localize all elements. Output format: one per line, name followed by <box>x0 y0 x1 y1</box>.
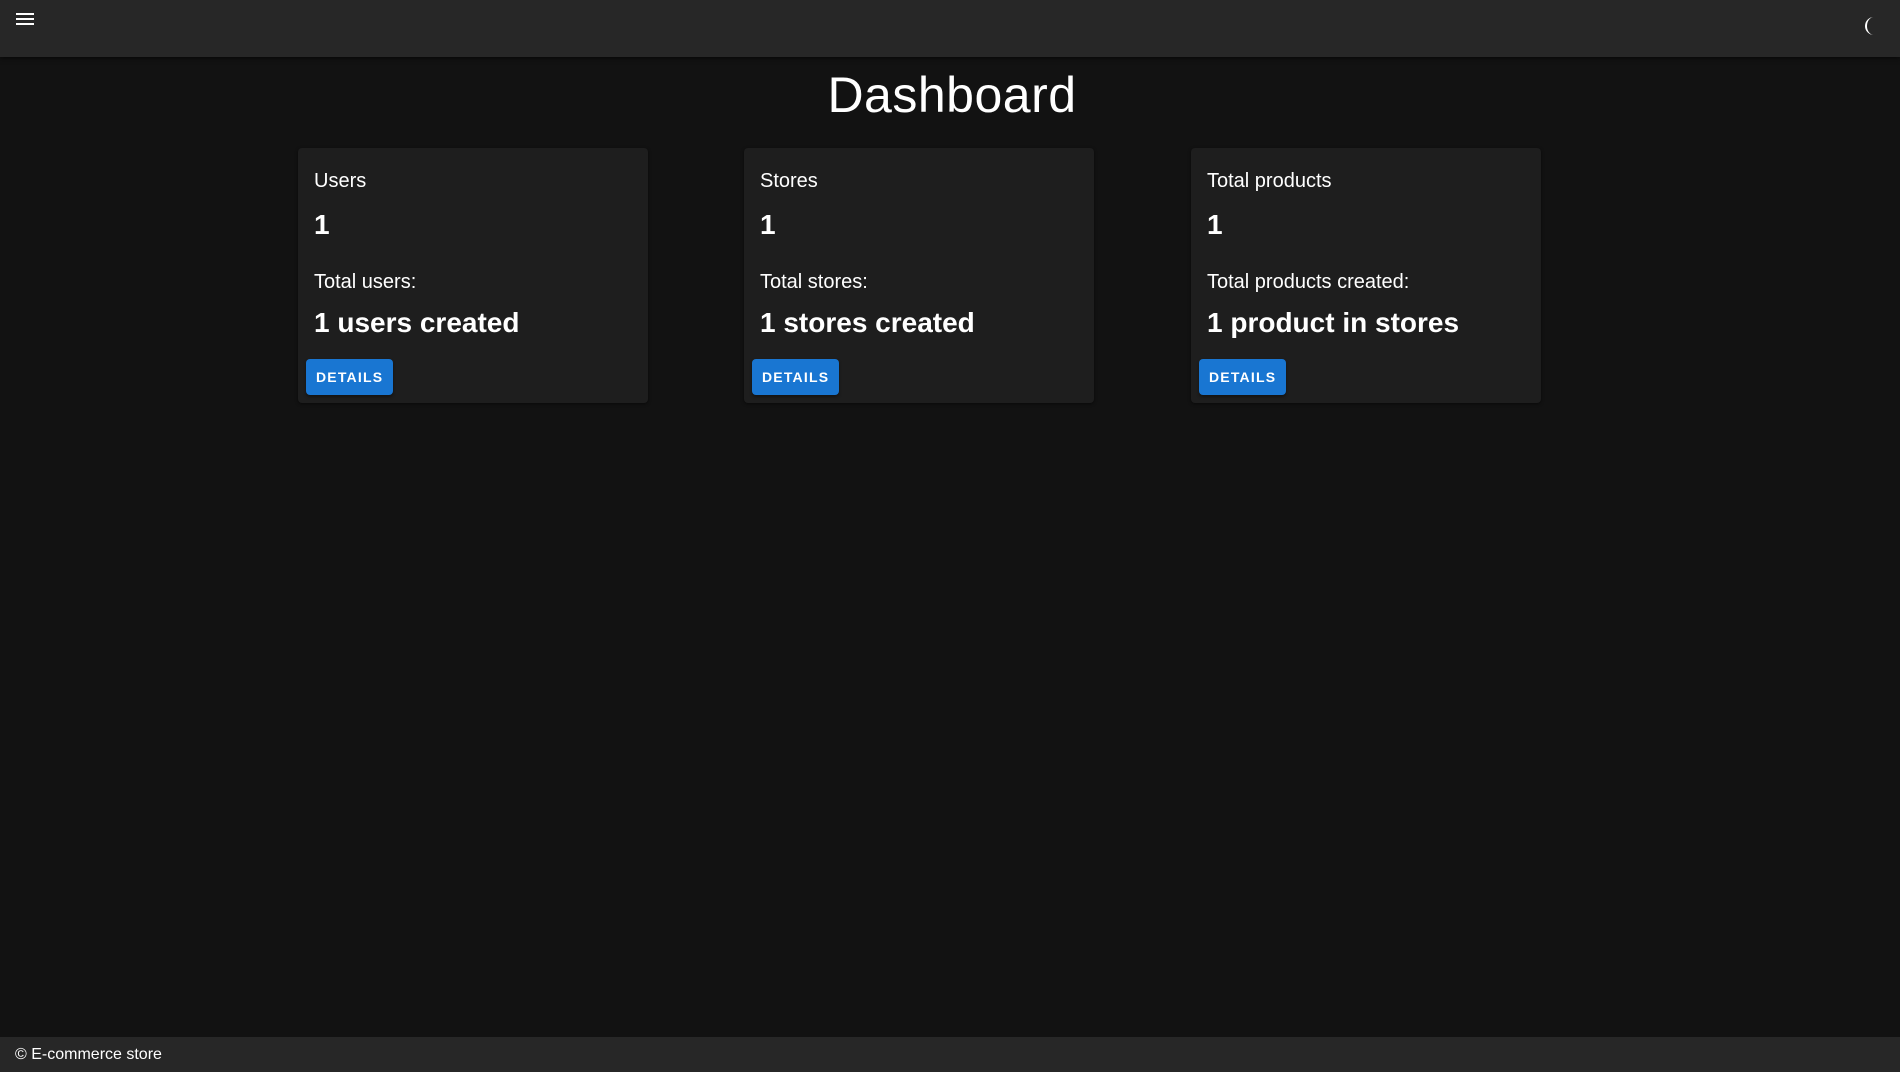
page-title: Dashboard <box>827 67 1077 123</box>
footer: © E-commerce store <box>0 1037 1900 1072</box>
card-summary: 1 product in stores <box>1207 307 1460 338</box>
card-summary: 1 stores created <box>760 307 975 338</box>
stores-details-button[interactable]: DETAILS <box>752 359 840 395</box>
menu-icon <box>16 13 34 25</box>
menu-button[interactable] <box>14 10 40 30</box>
footer-copyright: © E-commerce store <box>15 1046 162 1063</box>
card-title: Users <box>314 170 367 192</box>
stats-cards: Users 1 Total users: 1 users created DET… <box>298 148 1542 403</box>
users-card: Users 1 Total users: 1 users created DET… <box>298 148 648 403</box>
card-subtitle: Total users: <box>314 271 417 293</box>
theme-toggle-button[interactable] <box>1860 14 1884 38</box>
card-count: 1 <box>314 209 330 240</box>
products-card: Total products 1 Total products created:… <box>1191 148 1541 403</box>
moon-icon <box>1864 16 1874 35</box>
card-subtitle: Total products created: <box>1207 271 1410 293</box>
card-title: Stores <box>760 170 818 192</box>
card-count: 1 <box>760 209 776 240</box>
users-details-button[interactable]: DETAILS <box>306 359 394 395</box>
stores-card: Stores 1 Total stores: 1 stores created … <box>744 148 1094 403</box>
card-title: Total products <box>1207 170 1332 192</box>
card-count: 1 <box>1207 209 1223 240</box>
card-summary: 1 users created <box>314 307 520 338</box>
card-subtitle: Total stores: <box>760 271 868 293</box>
products-details-button[interactable]: DETAILS <box>1199 359 1287 395</box>
app-bar <box>0 0 1900 57</box>
